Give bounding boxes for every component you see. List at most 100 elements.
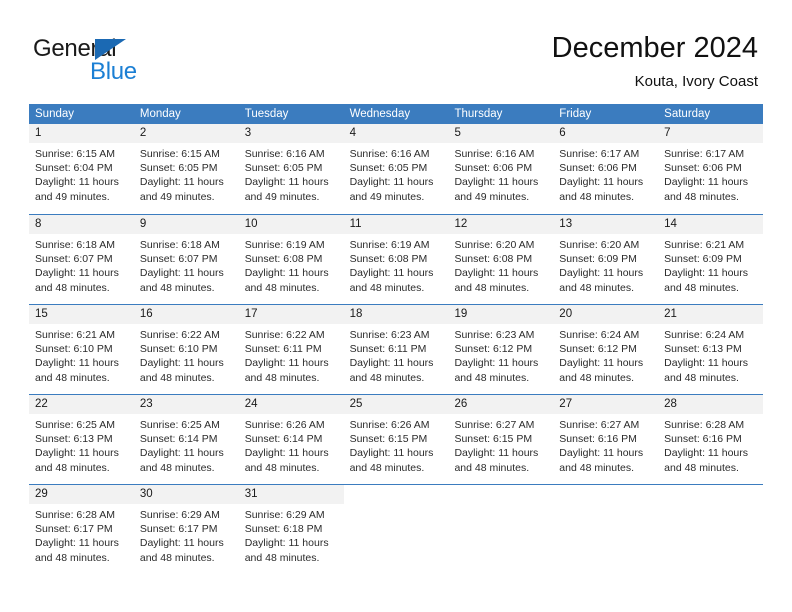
calendar-day-cell[interactable]: 10 Sunrise: 6:19 AM Sunset: 6:08 PM Dayligh… xyxy=(238,215,344,304)
day-sun-info: Sunrise: 6:26 AM Sunset: 6:15 PM Daylight:… xyxy=(344,414,449,475)
calendar-day-cell[interactable]: 16 Sunrise: 6:22 AM Sunset: 6:10 PM Dayligh… xyxy=(133,305,239,394)
calendar-day-cell[interactable]: 31 Sunrise: 6:29 AM Sunset: 6:18 PM Dayligh… xyxy=(238,485,344,574)
daylight-text-line2: and 48 minutes. xyxy=(664,281,739,294)
daylight-text-line2: and 49 minutes. xyxy=(139,190,215,203)
calendar-day-cell[interactable]: 26 Sunrise: 6:27 AM Sunset: 6:15 PM Dayligh… xyxy=(448,395,554,484)
day-sun-info: Sunrise: 6:22 AM Sunset: 6:10 PM Daylight:… xyxy=(134,324,239,385)
calendar-day-cell[interactable]: 11 Sunrise: 6:19 AM Sunset: 6:08 PM Dayligh… xyxy=(343,215,449,304)
daylight-text-line2: and 48 minutes. xyxy=(244,461,320,474)
weekday-header-thursday: Thursday xyxy=(454,108,503,120)
sunset-text: Sunset: 6:14 PM xyxy=(139,433,218,446)
daylight-text-line2: and 48 minutes. xyxy=(139,281,215,294)
calendar-day-cell[interactable]: 22 Sunrise: 6:25 AM Sunset: 6:13 PM Dayligh… xyxy=(29,395,134,484)
sunrise-text: Sunrise: 6:23 AM xyxy=(349,329,430,341)
calendar-day-cell[interactable]: 14 Sunrise: 6:21 AM Sunset: 6:09 PM Dayligh… xyxy=(658,215,764,304)
calendar-day-cell[interactable]: 13 Sunrise: 6:20 AM Sunset: 6:09 PM Dayligh… xyxy=(553,215,659,304)
sunset-text: Sunset: 6:16 PM xyxy=(664,433,742,446)
day-number: 21 xyxy=(658,305,764,324)
calendar-week-row: 8 Sunrise: 6:18 AM Sunset: 6:07 PM Daylight… xyxy=(29,214,764,304)
calendar-day-cell[interactable]: 9 Sunrise: 6:18 AM Sunset: 6:07 PM Daylight… xyxy=(133,215,239,304)
daylight-text-line2: and 48 minutes. xyxy=(559,281,635,294)
daylight-text-line2: and 48 minutes. xyxy=(664,371,739,384)
day-number: 23 xyxy=(133,395,239,414)
daylight-text-line1: Daylight: 11 hours xyxy=(139,357,224,370)
calendar-day-cell[interactable]: 27 Sunrise: 6:27 AM Sunset: 6:16 PM Dayligh… xyxy=(553,395,659,484)
daylight-text-line1: Daylight: 11 hours xyxy=(35,267,119,280)
daylight-text-line1: Daylight: 11 hours xyxy=(244,537,329,550)
day-sun-info: Sunrise: 6:29 AM Sunset: 6:17 PM Daylight:… xyxy=(134,504,239,565)
sunset-text: Sunset: 6:05 PM xyxy=(139,162,218,175)
calendar-day-cell[interactable]: 7 Sunrise: 6:17 AM Sunset: 6:06 PM Daylight… xyxy=(658,124,764,214)
calendar-day-cell[interactable]: 19 Sunrise: 6:23 AM Sunset: 6:12 PM Dayligh… xyxy=(448,305,554,394)
daylight-text-line2: and 48 minutes. xyxy=(35,551,110,564)
day-sun-info: Sunrise: 6:18 AM Sunset: 6:07 PM Daylight:… xyxy=(134,234,239,295)
calendar-day-cell[interactable]: 20 Sunrise: 6:24 AM Sunset: 6:12 PM Dayligh… xyxy=(553,305,659,394)
sunrise-text: Sunrise: 6:20 AM xyxy=(454,239,535,251)
day-sun-info: Sunrise: 6:21 AM Sunset: 6:10 PM Daylight:… xyxy=(29,324,134,385)
calendar-day-cell[interactable]: 4 Sunrise: 6:16 AM Sunset: 6:05 PM Daylight… xyxy=(343,124,449,214)
sunrise-text: Sunrise: 6:19 AM xyxy=(244,239,325,251)
day-sun-info: Sunrise: 6:26 AM Sunset: 6:14 PM Daylight:… xyxy=(239,414,344,475)
calendar-day-cell[interactable]: 25 Sunrise: 6:26 AM Sunset: 6:15 PM Dayligh… xyxy=(343,395,449,484)
daylight-text-line1: Daylight: 11 hours xyxy=(244,267,329,280)
daylight-text-line1: Daylight: 11 hours xyxy=(454,447,539,460)
daylight-text-line1: Daylight: 11 hours xyxy=(35,447,119,460)
sunset-text: Sunset: 6:09 PM xyxy=(559,253,637,266)
day-number: 3 xyxy=(238,124,344,143)
day-number: 10 xyxy=(238,215,344,234)
sunrise-text: Sunrise: 6:23 AM xyxy=(454,329,535,341)
page-subtitle: Kouta, Ivory Coast xyxy=(634,73,758,90)
calendar-day-cell[interactable]: 29 Sunrise: 6:28 AM Sunset: 6:17 PM Dayligh… xyxy=(29,485,134,574)
daylight-text-line1: Daylight: 11 hours xyxy=(454,267,539,280)
daylight-text-line2: and 48 minutes. xyxy=(35,461,110,474)
day-number: 1 xyxy=(29,124,134,143)
weekday-header-wednesday: Wednesday xyxy=(349,108,411,120)
day-number: 8 xyxy=(29,215,134,234)
daylight-text-line2: and 49 minutes. xyxy=(349,190,425,203)
calendar-day-cell[interactable]: 18 Sunrise: 6:23 AM Sunset: 6:11 PM Dayligh… xyxy=(343,305,449,394)
calendar-week-row: 22 Sunrise: 6:25 AM Sunset: 6:13 PM Dayligh… xyxy=(29,394,764,484)
calendar-day-cell[interactable]: 15 Sunrise: 6:21 AM Sunset: 6:10 PM Dayligh… xyxy=(29,305,134,394)
daylight-text-line2: and 48 minutes. xyxy=(559,371,635,384)
daylight-text-line1: Daylight: 11 hours xyxy=(664,267,749,280)
calendar-day-cell[interactable]: 8 Sunrise: 6:18 AM Sunset: 6:07 PM Daylight… xyxy=(29,215,134,304)
day-number: 30 xyxy=(133,485,239,504)
daylight-text-line1: Daylight: 11 hours xyxy=(139,537,224,550)
daylight-text-line2: and 48 minutes. xyxy=(559,461,635,474)
calendar-day-cell[interactable]: 2 Sunrise: 6:15 AM Sunset: 6:05 PM Daylight… xyxy=(133,124,239,214)
sunrise-text: Sunrise: 6:26 AM xyxy=(244,419,325,431)
calendar-day-cell[interactable]: 21 Sunrise: 6:24 AM Sunset: 6:13 PM Dayligh… xyxy=(658,305,764,394)
calendar-day-cell[interactable]: 30 Sunrise: 6:29 AM Sunset: 6:17 PM Dayligh… xyxy=(133,485,239,574)
calendar-day-cell[interactable]: 23 Sunrise: 6:25 AM Sunset: 6:14 PM Dayligh… xyxy=(133,395,239,484)
sunrise-text: Sunrise: 6:20 AM xyxy=(559,239,640,251)
sunset-text: Sunset: 6:16 PM xyxy=(559,433,637,446)
sunrise-text: Sunrise: 6:27 AM xyxy=(559,419,640,431)
daylight-text-line1: Daylight: 11 hours xyxy=(244,447,329,460)
daylight-text-line1: Daylight: 11 hours xyxy=(35,357,119,370)
sunset-text: Sunset: 6:15 PM xyxy=(349,433,428,446)
sunrise-text: Sunrise: 6:16 AM xyxy=(454,148,535,160)
general-blue-logo[interactable]: General Blue xyxy=(33,36,233,92)
daylight-text-line2: and 48 minutes. xyxy=(35,371,110,384)
day-number: 20 xyxy=(553,305,659,324)
calendar-day-cell[interactable]: 3 Sunrise: 6:16 AM Sunset: 6:05 PM Daylight… xyxy=(238,124,344,214)
sunrise-text: Sunrise: 6:28 AM xyxy=(35,509,115,521)
calendar-day-cell[interactable]: 24 Sunrise: 6:26 AM Sunset: 6:14 PM Dayligh… xyxy=(238,395,344,484)
daylight-text-line2: and 48 minutes. xyxy=(139,461,215,474)
daylight-text-line2: and 48 minutes. xyxy=(244,371,320,384)
daylight-text-line1: Daylight: 11 hours xyxy=(559,357,644,370)
daylight-text-line1: Daylight: 11 hours xyxy=(349,176,434,189)
calendar-day-cell[interactable]: 1 Sunrise: 6:15 AM Sunset: 6:04 PM Daylight… xyxy=(29,124,134,214)
day-number: 15 xyxy=(29,305,134,324)
day-sun-info: Sunrise: 6:18 AM Sunset: 6:07 PM Daylight:… xyxy=(29,234,134,295)
day-number: 4 xyxy=(343,124,449,143)
calendar-day-cell[interactable]: 17 Sunrise: 6:22 AM Sunset: 6:11 PM Dayligh… xyxy=(238,305,344,394)
day-number: 25 xyxy=(343,395,449,414)
sunrise-text: Sunrise: 6:18 AM xyxy=(139,239,220,251)
calendar-day-cell[interactable]: 5 Sunrise: 6:16 AM Sunset: 6:06 PM Daylight… xyxy=(448,124,554,214)
calendar-day-cell[interactable]: 12 Sunrise: 6:20 AM Sunset: 6:08 PM Dayligh… xyxy=(448,215,554,304)
day-sun-info: Sunrise: 6:20 AM Sunset: 6:09 PM Daylight:… xyxy=(553,234,658,295)
calendar-day-cell[interactable]: 28 Sunrise: 6:28 AM Sunset: 6:16 PM Dayligh… xyxy=(658,395,764,484)
sunset-text: Sunset: 6:13 PM xyxy=(664,343,742,356)
calendar-day-cell[interactable]: 6 Sunrise: 6:17 AM Sunset: 6:06 PM Daylight… xyxy=(553,124,659,214)
